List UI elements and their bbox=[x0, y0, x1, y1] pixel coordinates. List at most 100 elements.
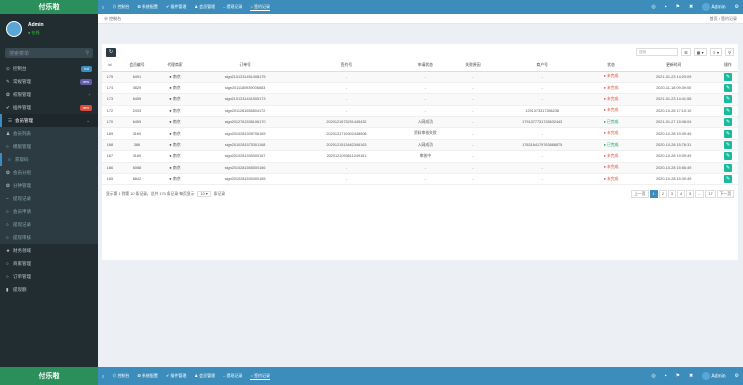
nav-tab[interactable]: ≡ bbox=[102, 5, 104, 10]
per-page-select[interactable]: 10 ▾ bbox=[197, 191, 211, 198]
pagination-summary: 显示第 1 到第 10 条记录，总共 170 条记录 每页显示 10 ▾ 条记录 bbox=[106, 191, 225, 198]
nav-tab[interactable]: ○ 签约记录 bbox=[250, 373, 270, 380]
edit-button[interactable]: ✎ bbox=[723, 175, 732, 184]
nav-tab[interactable]: ✔ 插件管理 bbox=[166, 4, 186, 10]
column-header[interactable]: 更新时间 bbox=[629, 60, 718, 72]
nav-tab[interactable]: ⊙ 控制台 bbox=[112, 4, 129, 10]
table-cell: 3169 bbox=[117, 150, 156, 163]
nav-icon[interactable]: ✖ bbox=[689, 373, 693, 379]
column-header[interactable]: 会员编号 bbox=[117, 60, 156, 72]
nav-icon[interactable]: ▪ bbox=[665, 4, 667, 10]
sidebar-item[interactable]: ❂ 分钟管理 bbox=[0, 179, 98, 192]
agent-cell: ● 南京 bbox=[155, 71, 195, 83]
page-button[interactable]: 5 bbox=[686, 190, 695, 199]
nav-tab[interactable]: ❂ 系统配置 bbox=[137, 4, 157, 10]
actions-cell: ✎ bbox=[717, 93, 738, 106]
nav-icon[interactable]: ▪ bbox=[665, 373, 667, 379]
column-header[interactable]: 订单号 bbox=[194, 60, 297, 72]
sidebar-item[interactable]: ○ 提现记录 bbox=[0, 218, 98, 231]
nav-icon[interactable]: ◎ bbox=[651, 4, 655, 10]
column-header[interactable]: 操作 bbox=[717, 60, 738, 72]
nav-icon[interactable]: ✖ bbox=[689, 4, 693, 10]
table-cell: 1791377731728632443 bbox=[491, 116, 593, 129]
user-menu[interactable]: Admin bbox=[702, 372, 726, 380]
sidebar-item[interactable]: ✎ 常规管理 new bbox=[0, 75, 98, 88]
brand-logo-bottom[interactable]: 付乐啦 bbox=[0, 367, 98, 385]
toolbar-tool[interactable]: ▦ ▾ bbox=[693, 48, 707, 56]
sidebar-item[interactable]: ❂ 会员分组 bbox=[0, 166, 98, 179]
user-menu[interactable]: Admin bbox=[702, 3, 726, 11]
gear-icon[interactable]: ⚙ bbox=[735, 4, 739, 10]
nav-tab[interactable]: – 提现记录 bbox=[223, 4, 242, 10]
nav-tab[interactable]: ✔ 插件管理 bbox=[166, 373, 186, 379]
nav-tab[interactable]: ○ 签约记录 bbox=[250, 4, 270, 11]
nav-tab[interactable]: ♟ 会员管理 bbox=[194, 373, 215, 379]
column-header[interactable]: 签约号 bbox=[296, 60, 397, 72]
column-header[interactable]: 失败原因 bbox=[453, 60, 492, 72]
sidebar-item[interactable]: ⊙ 控制台 hot bbox=[0, 62, 98, 75]
page-button[interactable]: 上一页 bbox=[631, 190, 649, 199]
edit-button[interactable]: ✎ bbox=[723, 163, 732, 172]
column-header[interactable]: 状态 bbox=[592, 60, 630, 72]
table-cell: - bbox=[453, 82, 492, 95]
toolbar-tool[interactable]: ☰ bbox=[681, 48, 691, 56]
toolbar-tool[interactable]: ⇩ ▾ bbox=[709, 48, 723, 56]
table-cell: slgn2010281935706169 bbox=[194, 127, 297, 140]
sidebar-item[interactable]: ○ 提现审核 bbox=[0, 231, 98, 244]
edit-button[interactable]: ✎ bbox=[723, 72, 732, 81]
sidebar-item[interactable]: ▮ 提现额 bbox=[0, 283, 98, 296]
column-header[interactable]: 申请状态 bbox=[396, 60, 454, 72]
nav-tab[interactable]: ♟ 会员管理 bbox=[194, 4, 215, 10]
edit-button[interactable]: ✎ bbox=[723, 106, 732, 115]
page-button[interactable]: 3 bbox=[667, 190, 676, 199]
nav-tab[interactable]: ❂ 系统配置 bbox=[137, 373, 157, 379]
breadcrumb-home[interactable]: ⊕ 控制台 bbox=[104, 16, 121, 22]
edit-button[interactable]: ✎ bbox=[723, 129, 732, 138]
sidebar-item[interactable]: ○ 会员申请 bbox=[0, 205, 98, 218]
nav-icon[interactable]: ◎ bbox=[651, 373, 655, 379]
page-button[interactable]: 1 bbox=[649, 190, 658, 199]
actions-cell: ✎ bbox=[717, 162, 738, 175]
table-cell: - bbox=[453, 162, 492, 175]
edit-button[interactable]: ✎ bbox=[723, 141, 732, 150]
nav-tab[interactable]: – 提现记录 bbox=[223, 373, 242, 379]
sidebar-item[interactable]: ○ 模版管理 bbox=[0, 140, 98, 153]
edit-button[interactable]: ✎ bbox=[723, 152, 732, 161]
sidebar-item[interactable]: ★ 财务领域 bbox=[0, 244, 98, 257]
table-cell: 6088 bbox=[117, 162, 156, 175]
sidebar-item[interactable]: – 提现记录 bbox=[0, 192, 98, 205]
page-button[interactable]: 下一页 bbox=[716, 190, 734, 199]
sidebar-item[interactable]: ❂ 权限管理 ‹ bbox=[0, 88, 98, 101]
page-button[interactable]: 2 bbox=[658, 190, 667, 199]
user-name: Admin bbox=[710, 373, 726, 380]
edit-button[interactable]: ✎ bbox=[723, 95, 732, 104]
page-button[interactable]: 4 bbox=[676, 190, 686, 199]
nav-tab[interactable]: ⊙ 控制台 bbox=[112, 373, 129, 379]
edit-button[interactable]: ✎ bbox=[723, 84, 732, 93]
sidebar-item[interactable]: ○ 商家管理 bbox=[0, 257, 98, 270]
brand-logo[interactable]: 付乐啦 bbox=[0, 0, 98, 14]
sidebar-item[interactable]: ○ 获取码 bbox=[0, 153, 98, 166]
column-header[interactable]: 代理商家 bbox=[155, 60, 195, 72]
nav-icon[interactable]: ⚑ bbox=[676, 373, 680, 379]
refresh-button[interactable]: ↻ bbox=[106, 47, 116, 57]
toolbar-tool[interactable]: ⚲ bbox=[725, 48, 734, 56]
sidebar-item[interactable]: ☰ 会员管理 ⌄ bbox=[0, 114, 98, 127]
edit-button[interactable]: ✎ bbox=[723, 118, 732, 127]
sidebar-item[interactable]: ✔ 插件管理 new bbox=[0, 101, 98, 114]
search-input[interactable]: 搜索 bbox=[636, 48, 679, 56]
nav-tab[interactable]: ≡ bbox=[102, 374, 104, 379]
sidebar-search-input[interactable]: 搜索菜单 ⚲ bbox=[5, 48, 93, 58]
gear-icon[interactable]: ⚙ bbox=[735, 373, 739, 379]
table-cell: 2020121093511249151 bbox=[296, 150, 397, 163]
page-button[interactable]: ... bbox=[695, 190, 705, 199]
table-cell: 173 bbox=[102, 93, 118, 106]
page-button[interactable]: 17 bbox=[705, 190, 716, 199]
table-cell: - bbox=[296, 105, 397, 118]
column-header[interactable]: 商户号 bbox=[491, 60, 593, 72]
sidebar-item[interactable]: ♟ 会员列表 bbox=[0, 127, 98, 140]
column-header[interactable]: Id bbox=[102, 60, 118, 72]
sidebar-item[interactable]: ○ 订单管理 bbox=[0, 270, 98, 283]
table-cell: 审核中 bbox=[396, 150, 454, 163]
nav-icon[interactable]: ⚑ bbox=[676, 4, 680, 10]
